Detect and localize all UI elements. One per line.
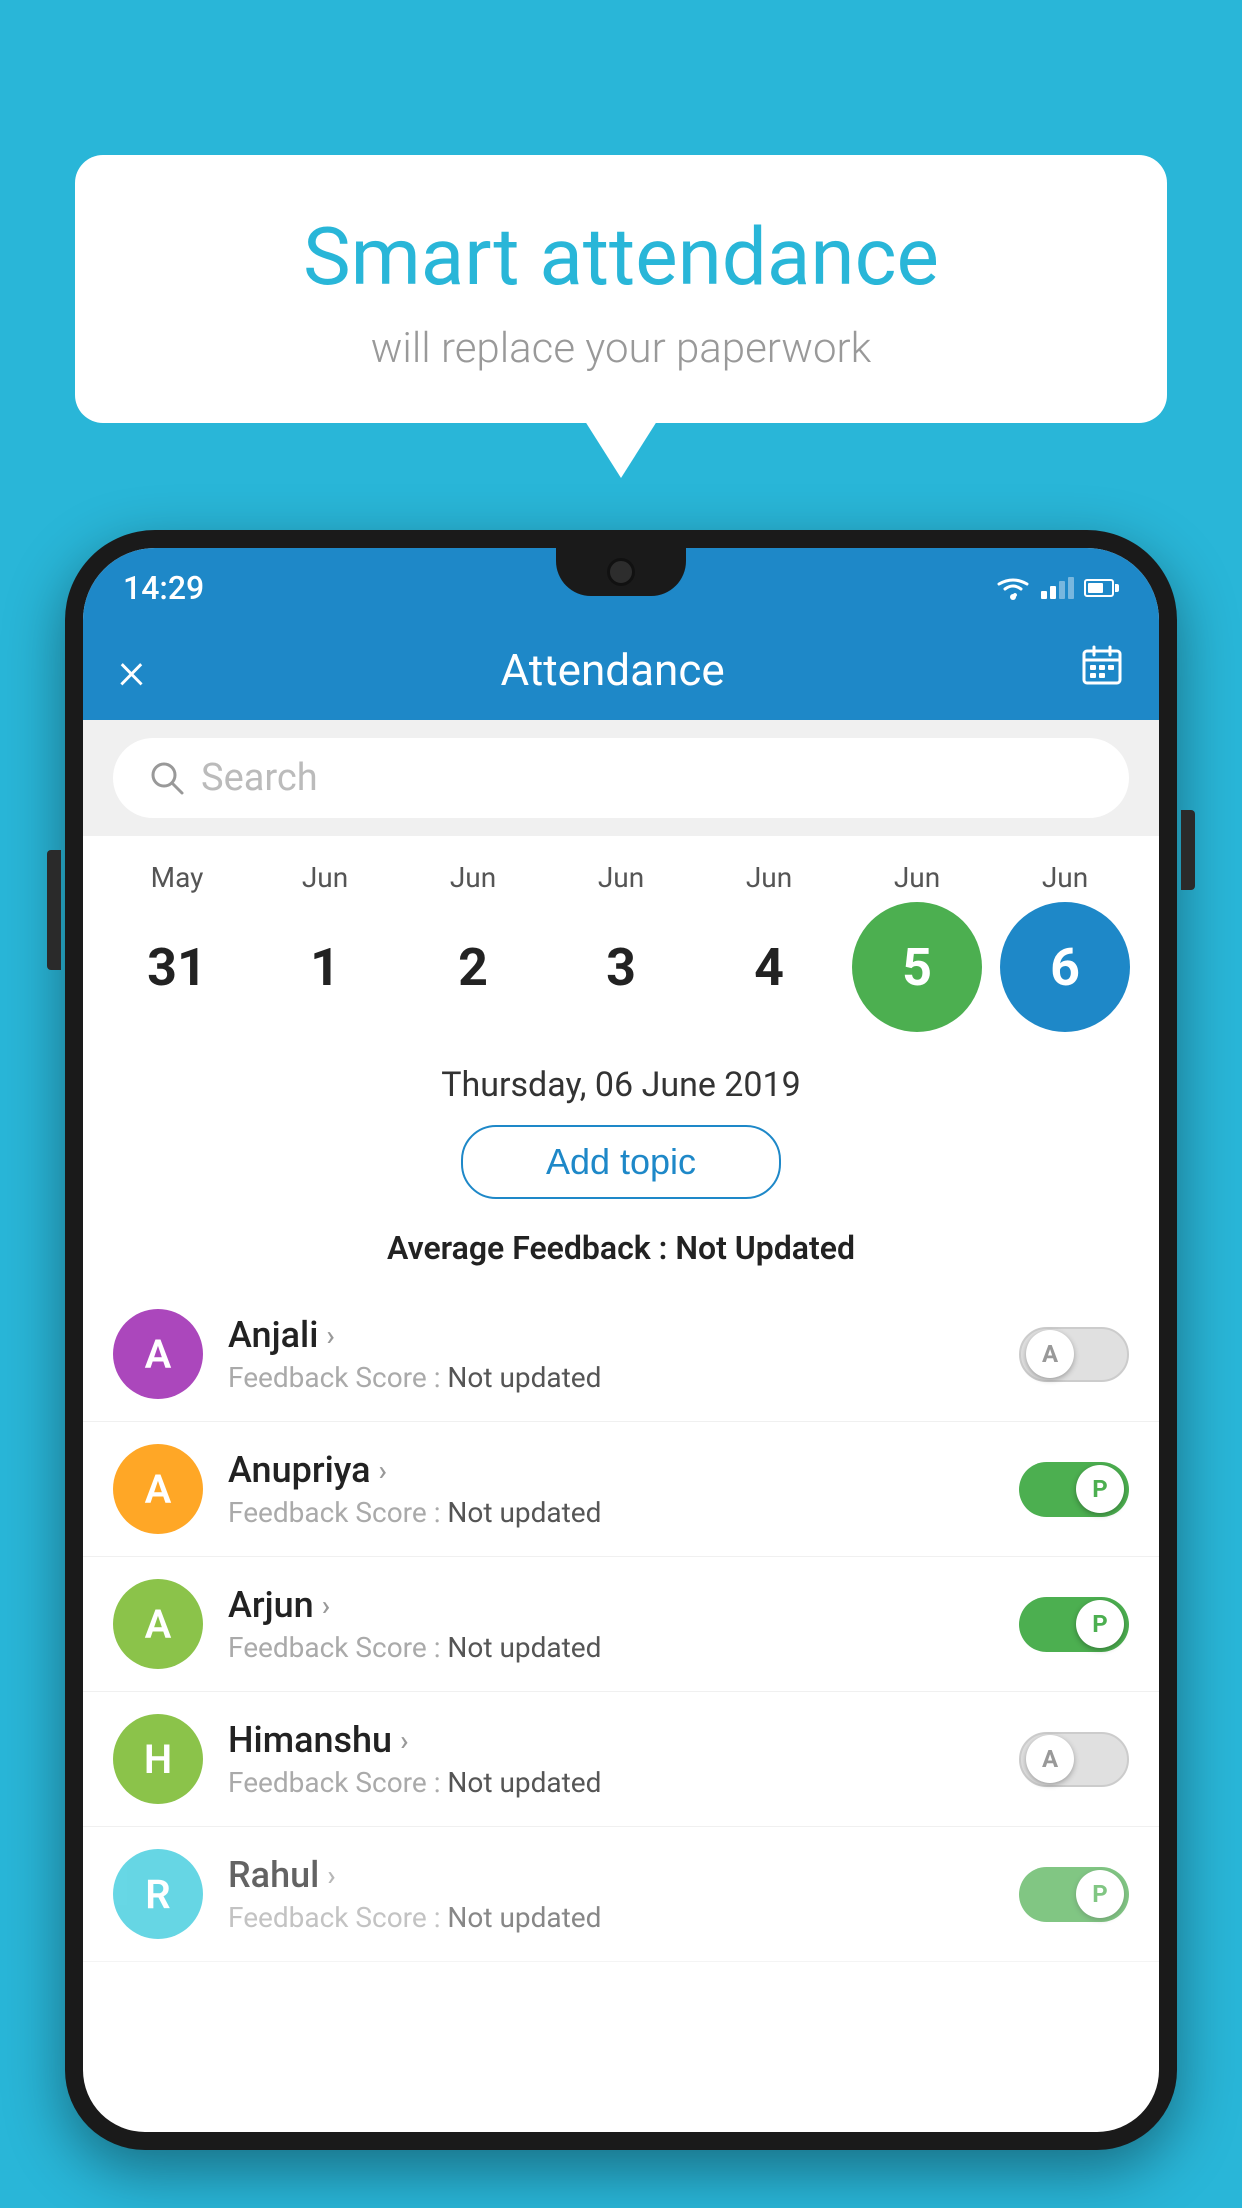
- avg-feedback-value: Not Updated: [675, 1229, 855, 1267]
- student-item-anjali[interactable]: A Anjali › Feedback Score : Not updated …: [83, 1287, 1159, 1422]
- toggle-knob-rahul: P: [1076, 1870, 1124, 1918]
- close-button[interactable]: ×: [118, 640, 145, 701]
- avatar-arjun: A: [113, 1579, 203, 1669]
- cal-month-0: May: [112, 861, 242, 894]
- student-info-arjun: Arjun › Feedback Score : Not updated: [228, 1584, 994, 1664]
- signal-icon: [1041, 577, 1074, 599]
- cal-month-3: Jun: [556, 861, 686, 894]
- bubble-title: Smart attendance: [135, 210, 1107, 304]
- cal-day-0[interactable]: 31: [112, 902, 242, 1032]
- chevron-icon: ›: [326, 1319, 334, 1352]
- cal-month-1: Jun: [260, 861, 390, 894]
- cal-day-2[interactable]: 2: [408, 902, 538, 1032]
- avatar-himanshu: H: [113, 1714, 203, 1804]
- cal-day-4[interactable]: 4: [704, 902, 834, 1032]
- toggle-himanshu[interactable]: A: [1019, 1732, 1129, 1787]
- student-name-rahul: Rahul ›: [228, 1854, 994, 1896]
- search-container: Search: [83, 720, 1159, 836]
- student-item-himanshu[interactable]: H Himanshu › Feedback Score : Not update…: [83, 1692, 1159, 1827]
- wifi-icon: [995, 575, 1031, 601]
- student-feedback-anupriya: Feedback Score : Not updated: [228, 1496, 994, 1529]
- toggle-switch-arjun[interactable]: P: [1019, 1597, 1129, 1652]
- student-info-himanshu: Himanshu › Feedback Score : Not updated: [228, 1719, 994, 1799]
- toggle-switch-anupriya[interactable]: P: [1019, 1462, 1129, 1517]
- cal-day-3[interactable]: 3: [556, 902, 686, 1032]
- chevron-icon: ›: [400, 1724, 408, 1757]
- student-item-anupriya[interactable]: A Anupriya › Feedback Score : Not update…: [83, 1422, 1159, 1557]
- status-icons: [995, 575, 1119, 601]
- search-bar[interactable]: Search: [113, 738, 1129, 818]
- toggle-switch-himanshu[interactable]: A: [1019, 1732, 1129, 1787]
- bubble-box: Smart attendance will replace your paper…: [75, 155, 1167, 423]
- speech-bubble: Smart attendance will replace your paper…: [75, 155, 1167, 423]
- cal-day-6[interactable]: 6: [1000, 902, 1130, 1032]
- student-item-arjun[interactable]: A Arjun › Feedback Score : Not updated P: [83, 1557, 1159, 1692]
- phone-notch: [556, 548, 686, 596]
- toggle-switch-rahul[interactable]: P: [1019, 1867, 1129, 1922]
- calendar-strip: May Jun Jun Jun Jun Jun Jun 31 1 2 3 4 5…: [83, 836, 1159, 1047]
- phone-mockup: 14:29: [65, 530, 1177, 2208]
- toggle-knob-anjali: A: [1026, 1330, 1074, 1378]
- toggle-knob-anupriya: P: [1076, 1465, 1124, 1513]
- calendar-button[interactable]: [1080, 643, 1124, 698]
- toggle-anupriya[interactable]: P: [1019, 1462, 1129, 1517]
- calendar-months: May Jun Jun Jun Jun Jun Jun: [103, 861, 1139, 894]
- chevron-icon: ›: [379, 1454, 387, 1487]
- student-info-anjali: Anjali › Feedback Score : Not updated: [228, 1314, 994, 1394]
- cal-day-1[interactable]: 1: [260, 902, 390, 1032]
- phone-frame: 14:29: [65, 530, 1177, 2150]
- student-feedback-arjun: Feedback Score : Not updated: [228, 1631, 994, 1664]
- student-feedback-rahul: Feedback Score : Not updated: [228, 1901, 994, 1934]
- cal-month-5: Jun: [852, 861, 982, 894]
- search-placeholder: Search: [201, 756, 318, 800]
- add-topic-button[interactable]: Add topic: [461, 1125, 781, 1199]
- student-name-arjun: Arjun ›: [228, 1584, 994, 1626]
- cal-month-2: Jun: [408, 861, 538, 894]
- phone-screen: 14:29: [83, 548, 1159, 2132]
- student-name-anjali: Anjali ›: [228, 1314, 994, 1356]
- app-bar-title: Attendance: [501, 644, 725, 696]
- student-feedback-anjali: Feedback Score : Not updated: [228, 1361, 994, 1394]
- student-info-anupriya: Anupriya › Feedback Score : Not updated: [228, 1449, 994, 1529]
- search-icon: [148, 759, 186, 797]
- cal-day-5[interactable]: 5: [852, 902, 982, 1032]
- cal-month-6: Jun: [1000, 861, 1130, 894]
- toggle-rahul[interactable]: P: [1019, 1867, 1129, 1922]
- chevron-icon: ›: [322, 1589, 330, 1622]
- calendar-days: 31 1 2 3 4 5 6: [103, 902, 1139, 1032]
- bubble-subtitle: will replace your paperwork: [135, 324, 1107, 373]
- cal-month-4: Jun: [704, 861, 834, 894]
- avg-feedback: Average Feedback : Not Updated: [83, 1219, 1159, 1287]
- avatar-rahul: R: [113, 1849, 203, 1939]
- toggle-knob-himanshu: A: [1026, 1735, 1074, 1783]
- toggle-knob-arjun: P: [1076, 1600, 1124, 1648]
- status-time: 14:29: [123, 569, 204, 607]
- student-item-rahul[interactable]: R Rahul › Feedback Score : Not updated P: [83, 1827, 1159, 1962]
- student-name-himanshu: Himanshu ›: [228, 1719, 994, 1761]
- toggle-switch-anjali[interactable]: A: [1019, 1327, 1129, 1382]
- avatar-anupriya: A: [113, 1444, 203, 1534]
- avg-feedback-label: Average Feedback :: [387, 1229, 675, 1267]
- battery-icon: [1084, 579, 1119, 597]
- toggle-anjali[interactable]: A: [1019, 1327, 1129, 1382]
- student-feedback-himanshu: Feedback Score : Not updated: [228, 1766, 994, 1799]
- front-camera: [607, 558, 635, 586]
- student-name-anupriya: Anupriya ›: [228, 1449, 994, 1491]
- chevron-icon: ›: [327, 1859, 335, 1892]
- selected-date: Thursday, 06 June 2019: [83, 1047, 1159, 1115]
- student-list: A Anjali › Feedback Score : Not updated …: [83, 1287, 1159, 1962]
- toggle-arjun[interactable]: P: [1019, 1597, 1129, 1652]
- app-bar: × Attendance: [83, 620, 1159, 720]
- avatar-anjali: A: [113, 1309, 203, 1399]
- student-info-rahul: Rahul › Feedback Score : Not updated: [228, 1854, 994, 1934]
